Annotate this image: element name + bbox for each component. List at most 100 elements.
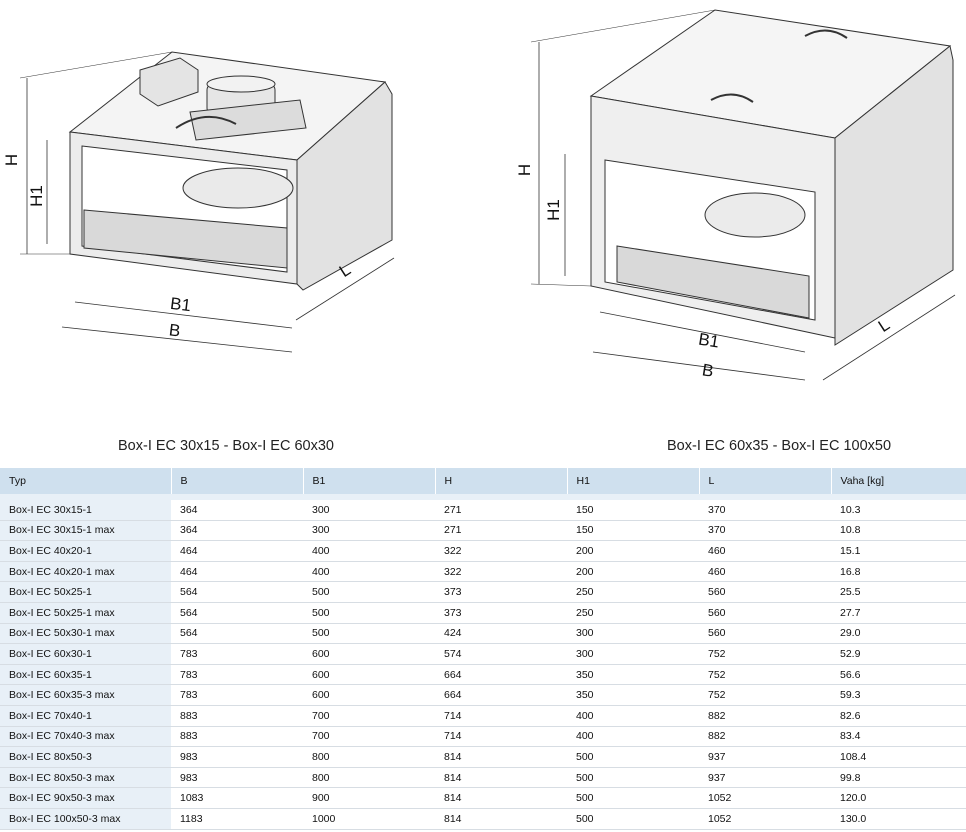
col-header-h: H <box>434 468 567 500</box>
cell-weight: 16.8 <box>831 561 966 583</box>
cell-weight: 52.9 <box>831 643 966 665</box>
cell-h1: 200 <box>567 561 699 583</box>
cell-weight: 29.0 <box>831 623 966 645</box>
cell-l: 370 <box>699 520 831 542</box>
table-row: Box-I EC 60x35-1 783 600 664 350 752 56.6 <box>0 664 966 686</box>
cell-h: 373 <box>435 602 567 624</box>
cell-typ: Box-I EC 50x30-1 max <box>0 623 171 645</box>
label-h1: H1 <box>27 185 46 207</box>
drawing-large-unit: H H1 B1 B L <box>505 0 966 400</box>
cell-b1: 700 <box>303 726 435 748</box>
cell-weight: 25.5 <box>831 581 966 603</box>
cell-l: 752 <box>699 664 831 686</box>
cell-typ: Box-I EC 60x35-1 <box>0 664 171 686</box>
cell-l: 370 <box>699 497 831 521</box>
table-row: Box-I EC 60x35-3 max 783 600 664 350 752 59.3 <box>0 684 966 706</box>
cell-weight: 108.4 <box>831 746 966 768</box>
cell-b: 883 <box>171 705 303 727</box>
cell-b1: 500 <box>303 581 435 603</box>
col-header-b1: B1 <box>302 468 435 500</box>
cell-b: 564 <box>171 581 303 603</box>
cell-b1: 700 <box>303 705 435 727</box>
small-unit-illustration: H H1 B1 B L <box>2 51 395 353</box>
table-row: Box-I EC 60x30-1 783 600 574 300 752 52.9 <box>0 643 966 665</box>
cell-typ: Box-I EC 70x40-3 max <box>0 726 171 748</box>
cell-l: 1052 <box>699 787 831 809</box>
cell-weight: 82.6 <box>831 705 966 727</box>
cell-b1: 1000 <box>303 808 435 830</box>
cell-b: 564 <box>171 602 303 624</box>
cell-weight: 10.8 <box>831 520 966 542</box>
cell-l: 752 <box>699 643 831 665</box>
cell-h: 714 <box>435 726 567 748</box>
cell-b1: 400 <box>303 561 435 583</box>
technical-drawings: H H1 B1 B L H H1 B1 B L <box>0 0 966 460</box>
cell-b1: 500 <box>303 623 435 645</box>
cell-weight: 10.3 <box>831 497 966 521</box>
cell-h1: 400 <box>567 705 699 727</box>
cell-weight: 83.4 <box>831 726 966 748</box>
drawing-small-unit: H H1 B1 B L <box>0 0 420 360</box>
cell-b: 783 <box>171 684 303 706</box>
cell-typ: Box-I EC 60x35-3 max <box>0 684 171 706</box>
cell-weight: 59.3 <box>831 684 966 706</box>
cell-b: 464 <box>171 540 303 562</box>
specification-table: Typ B B1 H H1 L Vaha [kg] Box-I EC 30x15… <box>0 468 966 830</box>
cell-b1: 800 <box>303 746 435 768</box>
table-row: Box-I EC 70x40-3 max 883 700 714 400 882 83.4 <box>0 726 966 748</box>
cell-b: 983 <box>171 767 303 789</box>
table-row: Box-I EC 80x50-3 983 800 814 500 937 108.4 <box>0 746 966 768</box>
cell-h: 664 <box>435 684 567 706</box>
cell-typ: Box-I EC 30x15-1 <box>0 497 171 521</box>
cell-h1: 350 <box>567 664 699 686</box>
cell-typ: Box-I EC 60x30-1 <box>0 643 171 665</box>
cell-weight: 27.7 <box>831 602 966 624</box>
cell-h: 814 <box>435 746 567 768</box>
cell-b1: 900 <box>303 787 435 809</box>
cell-h1: 350 <box>567 684 699 706</box>
cell-h1: 500 <box>567 746 699 768</box>
cell-l: 1052 <box>699 808 831 830</box>
cell-h: 814 <box>435 808 567 830</box>
cell-h1: 300 <box>567 623 699 645</box>
table-body: Box-I EC 30x15-1 364 300 271 150 370 10.3 Box-I… <box>0 497 966 830</box>
cell-h: 271 <box>435 520 567 542</box>
table-row: Box-I EC 70x40-1 883 700 714 400 882 82.6 <box>0 705 966 727</box>
large-unit-illustration: H H1 B1 B L <box>515 9 956 381</box>
cell-h: 714 <box>435 705 567 727</box>
cell-typ: Box-I EC 90x50-3 max <box>0 787 171 809</box>
cell-b: 1183 <box>171 808 303 830</box>
cell-b: 1083 <box>171 787 303 809</box>
table-row: Box-I EC 50x25-1 564 500 373 250 560 25.5 <box>0 581 966 603</box>
cell-weight: 120.0 <box>831 787 966 809</box>
cell-b: 883 <box>171 726 303 748</box>
cell-h1: 150 <box>567 497 699 521</box>
cell-l: 460 <box>699 561 831 583</box>
label-b1: B1 <box>169 294 192 315</box>
cell-h: 322 <box>435 540 567 562</box>
cell-l: 937 <box>699 746 831 768</box>
cell-weight: 99.8 <box>831 767 966 789</box>
cell-b: 364 <box>171 520 303 542</box>
cell-h1: 500 <box>567 808 699 830</box>
table-row: Box-I EC 50x30-1 max 564 500 424 300 560 29.0 <box>0 623 966 645</box>
cell-h: 814 <box>435 767 567 789</box>
table-row: Box-I EC 80x50-3 max 983 800 814 500 937 99.8 <box>0 767 966 789</box>
cell-weight: 130.0 <box>831 808 966 830</box>
col-header-l: L <box>698 468 831 500</box>
cell-weight: 56.6 <box>831 664 966 686</box>
table-row: Box-I EC 90x50-3 max 1083 900 814 500 1052 120… <box>0 787 966 809</box>
cell-b1: 300 <box>303 520 435 542</box>
cell-h1: 250 <box>567 581 699 603</box>
cell-h: 814 <box>435 787 567 809</box>
cell-l: 560 <box>699 623 831 645</box>
cell-typ: Box-I EC 80x50-3 <box>0 746 171 768</box>
label-b-large: B <box>701 360 715 381</box>
label-h-large: H <box>515 164 534 176</box>
cell-h1: 400 <box>567 726 699 748</box>
table-row: Box-I EC 100x50-3 max 1183 1000 814 500 1052 1… <box>0 808 966 830</box>
cell-typ: Box-I EC 70x40-1 <box>0 705 171 727</box>
cell-weight: 15.1 <box>831 540 966 562</box>
cell-h: 322 <box>435 561 567 583</box>
cell-typ: Box-I EC 40x20-1 max <box>0 561 171 583</box>
